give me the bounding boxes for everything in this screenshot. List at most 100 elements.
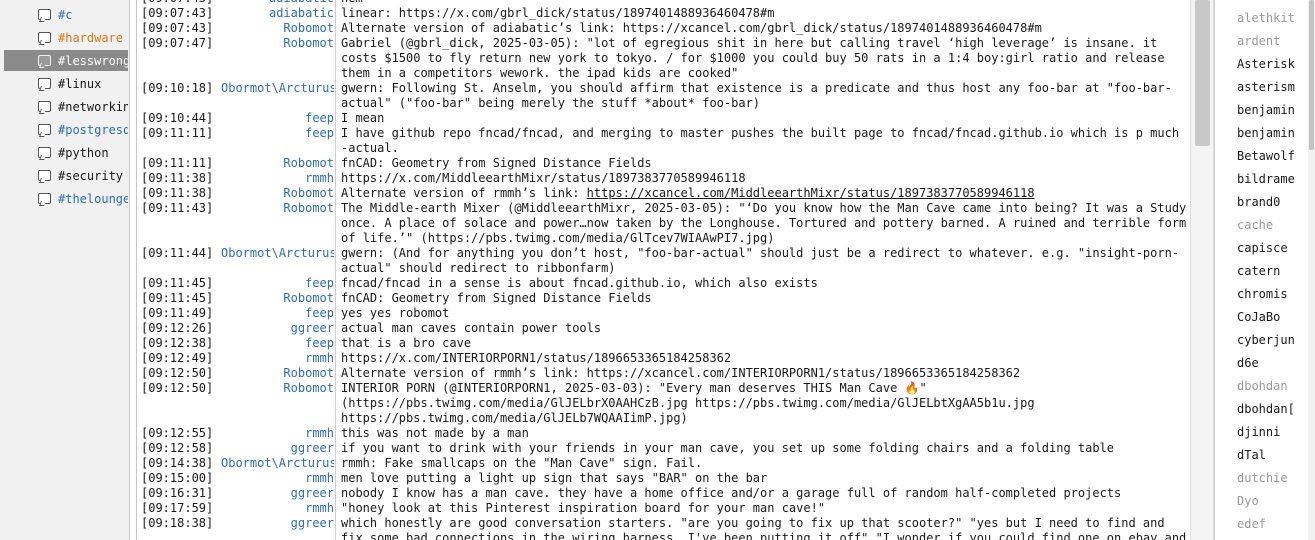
message-row: [09:11:38] rmmh https://x.com/MiddleearthM… bbox=[137, 171, 1190, 186]
message-nick[interactable]: rmmh bbox=[221, 471, 334, 486]
channel-item[interactable]: #postgresq bbox=[4, 119, 128, 140]
user-list-scrollbar[interactable] bbox=[1308, 0, 1315, 540]
message-row: [09:07:43] adiabatic linear: https://x.com… bbox=[137, 6, 1190, 21]
user-list-item[interactable]: Betawolf bbox=[1237, 145, 1309, 168]
message-nick[interactable]: Robomot bbox=[221, 21, 334, 36]
message-text: "honey look at this Pinterest inspiratio… bbox=[341, 501, 1189, 516]
channel-item[interactable]: #thelounge bbox=[4, 188, 128, 209]
message-nick[interactable]: feep bbox=[221, 306, 334, 321]
chat-bubble-icon bbox=[38, 169, 52, 182]
message-body: nem bbox=[341, 0, 363, 5]
user-list-item[interactable]: benjamin bbox=[1237, 122, 1309, 145]
message-nick[interactable]: feep bbox=[221, 276, 334, 291]
message-row: [09:17:59] rmmh "honey look at this Pinter… bbox=[137, 501, 1190, 516]
message-nick[interactable]: rmmh bbox=[221, 426, 334, 441]
message-nick[interactable]: adiabatic bbox=[221, 6, 334, 21]
user-list-item[interactable]: bildrame bbox=[1237, 168, 1309, 191]
message-row: [09:11:45] Robomot fnCAD: Geometry from Si… bbox=[137, 291, 1190, 306]
message-text: linear: https://x.com/gbrl_dick/status/1… bbox=[341, 6, 1189, 21]
user-list-item[interactable]: Asterisk bbox=[1237, 53, 1309, 76]
message-body: gwern: Following St. Anselm, you should … bbox=[341, 81, 1172, 110]
user-list-item[interactable]: edef bbox=[1237, 513, 1309, 536]
message-row: [09:11:11] Robomot fnCAD: Geometry from Si… bbox=[137, 156, 1190, 171]
user-list-item[interactable]: ardent bbox=[1237, 30, 1309, 53]
message-timestamp: [09:07:43] bbox=[141, 6, 214, 20]
user-list-item[interactable]: Dyo bbox=[1237, 490, 1309, 513]
channel-name: #postgresq bbox=[58, 122, 128, 137]
message-link[interactable]: https://xcancel.com/MiddleearthMixr/stat… bbox=[587, 186, 1035, 200]
message-nick[interactable]: ggreer bbox=[221, 516, 334, 531]
user-list-item[interactable]: dbohdan[ bbox=[1237, 398, 1309, 421]
channel-item[interactable]: #security bbox=[4, 165, 128, 186]
channel-item[interactable]: #hardware bbox=[4, 27, 128, 48]
user-list-item[interactable]: capisce bbox=[1237, 237, 1309, 260]
user-list-item[interactable]: dutchie bbox=[1237, 467, 1309, 490]
chat-log[interactable]: [09:07:43] adiabatic nem[09:07:43] adiabati… bbox=[136, 0, 1190, 540]
message-text: fncad/fncad in a sense is about fncad.gi… bbox=[341, 276, 1189, 291]
message-nick[interactable]: ggreer bbox=[221, 486, 334, 501]
user-list-item[interactable]: chromis bbox=[1237, 283, 1309, 306]
message-text: https://x.com/INTERIORPORN1/status/18966… bbox=[341, 351, 1189, 366]
message-nick[interactable]: feep bbox=[221, 336, 334, 351]
message-row: [09:11:49] feep yes yes robomot bbox=[137, 306, 1190, 321]
message-nick[interactable]: rmmh bbox=[221, 171, 334, 186]
message-body: Alternate version of rmmh’s link: https:… bbox=[341, 366, 1021, 380]
message-nick[interactable]: Robomot bbox=[221, 186, 334, 201]
message-timestamp: [09:12:49] bbox=[141, 351, 214, 365]
message-nick[interactable]: Robomot bbox=[221, 36, 334, 51]
chat-bubble-icon bbox=[38, 123, 52, 136]
message-row: [09:11:43] Robomot The Middle-earth Mixer … bbox=[137, 201, 1190, 246]
message-body: I have github repo fncad/fncad, and merg… bbox=[341, 126, 1187, 155]
channel-item[interactable]: #lesswrong bbox=[4, 50, 128, 71]
channel-item[interactable]: #c bbox=[4, 4, 128, 25]
message-nick[interactable]: Obormot\Arcturus bbox=[221, 456, 334, 471]
message-nick[interactable]: rmmh bbox=[221, 351, 334, 366]
message-row: [09:12:50] Robomot INTERIOR PORN (@INTERIO… bbox=[137, 381, 1190, 426]
message-nick[interactable]: Robomot bbox=[221, 156, 334, 171]
message-timestamp: [09:12:38] bbox=[141, 336, 214, 350]
message-row: [09:11:38] Robomot Alternate version of rm… bbox=[137, 186, 1190, 201]
channel-item[interactable]: #networkin bbox=[4, 96, 128, 117]
message-nick[interactable]: ggreer bbox=[221, 321, 334, 336]
channel-item[interactable]: #linux bbox=[4, 73, 128, 94]
message-nick[interactable]: Robomot bbox=[221, 201, 334, 216]
message-nick[interactable]: feep bbox=[221, 126, 334, 141]
user-list-item[interactable]: CoJaBo bbox=[1237, 306, 1309, 329]
user-list-item[interactable]: alethkit bbox=[1237, 7, 1309, 30]
message-timestamp: [09:07:47] bbox=[141, 36, 214, 50]
channel-name: #c bbox=[58, 7, 73, 22]
message-text: Gabriel (@gbrl_dick, 2025-03-05): "lot o… bbox=[341, 36, 1189, 81]
user-list-item[interactable]: benjamin bbox=[1237, 99, 1309, 122]
channel-name: #python bbox=[58, 145, 109, 160]
message-row: [09:12:58] ggreer if you want to drink wit… bbox=[137, 441, 1190, 456]
message-nick[interactable]: rmmh bbox=[221, 501, 334, 516]
message-nick[interactable]: Robomot bbox=[221, 291, 334, 306]
channel-list: #c #hardware #lesswrong #linux #networkin #po… bbox=[0, 0, 130, 540]
user-list-scrollbar-thumb[interactable] bbox=[1309, 0, 1314, 150]
user-list-item[interactable]: cache bbox=[1237, 214, 1309, 237]
user-list-item[interactable]: brand0 bbox=[1237, 191, 1309, 214]
chat-scrollbar[interactable] bbox=[1190, 0, 1214, 540]
user-list-item[interactable]: djinni bbox=[1237, 421, 1309, 444]
message-nick[interactable]: Obormot\Arcturus bbox=[221, 81, 334, 96]
message-body: rmmh: Fake smallcaps on the "Man Cave" s… bbox=[341, 456, 703, 470]
message-nick[interactable]: Obormot\Arcturus bbox=[221, 246, 334, 261]
message-body: INTERIOR PORN (@INTERIORPORN1, 2025-03-0… bbox=[341, 381, 1042, 425]
message-body: fnCAD: Geometry from Signed Distance Fie… bbox=[341, 156, 652, 170]
user-list-item[interactable]: dTal bbox=[1237, 444, 1309, 467]
user-list-item[interactable]: cyberjun bbox=[1237, 329, 1309, 352]
chat-scrollbar-thumb[interactable] bbox=[1195, 0, 1210, 146]
user-list-item[interactable]: d6e bbox=[1237, 352, 1309, 375]
user-list-item[interactable]: catern bbox=[1237, 260, 1309, 283]
chat-bubble-icon bbox=[38, 192, 52, 205]
message-nick[interactable]: feep bbox=[221, 111, 334, 126]
user-list-item[interactable]: dbohdan bbox=[1237, 375, 1309, 398]
message-nick[interactable]: Robomot bbox=[221, 381, 334, 396]
user-list-item[interactable]: asterism bbox=[1237, 76, 1309, 99]
message-timestamp: [09:14:38] bbox=[141, 456, 214, 470]
message-nick[interactable]: ggreer bbox=[221, 441, 334, 456]
message-body: Alternate version of adiabatic’s link: h… bbox=[341, 21, 1042, 35]
message-nick[interactable]: Robomot bbox=[221, 366, 334, 381]
message-timestamp: [09:10:18] bbox=[141, 81, 214, 95]
channel-item[interactable]: #python bbox=[4, 142, 128, 163]
